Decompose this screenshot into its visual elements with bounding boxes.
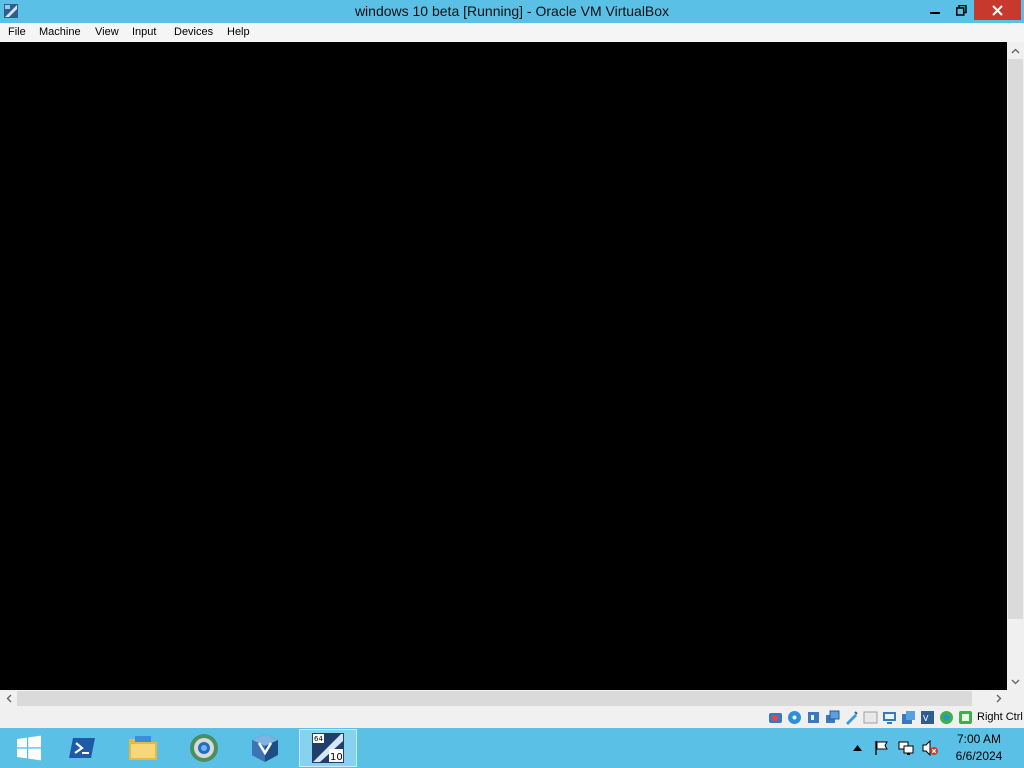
vertical-scrollbar[interactable]: [1007, 42, 1024, 690]
clock-date[interactable]: 6/6/2024: [944, 749, 1014, 763]
usb-icon[interactable]: [844, 710, 859, 725]
scroll-left-button[interactable]: [0, 690, 17, 707]
show-hidden-icons-icon: [852, 745, 862, 751]
restore-button[interactable]: [948, 0, 974, 20]
window-title: windows 10 beta [Running] - Oracle VM Vi…: [354, 3, 670, 19]
virtualization-icon[interactable]: V: [920, 710, 935, 725]
scroll-up-button[interactable]: [1007, 42, 1024, 59]
svg-text:V: V: [923, 714, 929, 723]
close-icon: [992, 4, 1003, 16]
powershell-icon: [69, 738, 95, 758]
optical-drive-icon[interactable]: [787, 710, 802, 725]
menu-input[interactable]: Input: [132, 26, 156, 38]
minimize-icon: [930, 12, 940, 14]
vm-windows10-icon: 64 10: [312, 733, 344, 763]
hard-disk-icon[interactable]: [768, 710, 783, 725]
taskbar: 64 10 7:00 AM 6/6/2024: [0, 728, 1024, 768]
display-icon[interactable]: [882, 710, 897, 725]
virtualbox-icon: [252, 734, 278, 762]
menu-file[interactable]: File: [8, 26, 26, 38]
vm-display[interactable]: [0, 42, 1007, 690]
minimize-button[interactable]: [922, 0, 948, 20]
network-tray-button[interactable]: [898, 740, 914, 756]
taskbar-virtualbox-manager[interactable]: [236, 729, 294, 767]
scroll-corner: [1007, 690, 1024, 707]
horizontal-scroll-thumb[interactable]: [17, 691, 972, 706]
menu-devices[interactable]: Devices: [174, 26, 213, 38]
network-icon: [898, 741, 914, 755]
menu-machine[interactable]: Machine: [39, 26, 81, 38]
show-hidden-icons-button[interactable]: [849, 740, 865, 756]
taskbar-file-explorer[interactable]: [114, 729, 172, 767]
start-button[interactable]: [0, 729, 58, 767]
title-bar[interactable]: windows 10 beta [Running] - Oracle VM Vi…: [0, 0, 1024, 23]
video-capture-icon[interactable]: [901, 710, 916, 725]
folder-icon: [129, 736, 157, 760]
volume-button[interactable]: [922, 740, 938, 756]
audio-icon[interactable]: [806, 710, 821, 725]
browser-icon: [190, 734, 218, 762]
status-bar: V Right Ctrl: [0, 707, 1024, 728]
mouse-integration-icon[interactable]: [939, 710, 954, 725]
chevron-up-icon: [1011, 48, 1020, 53]
scroll-down-button[interactable]: [1007, 673, 1024, 690]
horizontal-scrollbar[interactable]: [0, 690, 1007, 707]
action-center-button[interactable]: [874, 740, 890, 756]
menu-bar: File Machine View Input Devices Help: [0, 23, 1024, 43]
taskbar-vm-window[interactable]: 64 10: [299, 729, 357, 767]
taskbar-browser[interactable]: [175, 729, 233, 767]
vertical-scroll-thumb[interactable]: [1008, 59, 1023, 619]
cpu-icon[interactable]: [958, 710, 973, 725]
shared-folders-icon[interactable]: [863, 710, 878, 725]
host-key-label: Right Ctrl: [977, 711, 1023, 723]
scroll-right-button[interactable]: [990, 690, 1007, 707]
network-icon[interactable]: [825, 710, 840, 725]
menu-help[interactable]: Help: [227, 26, 250, 38]
chevron-right-icon: [996, 694, 1001, 703]
taskbar-powershell[interactable]: [53, 729, 111, 767]
svg-text:64: 64: [314, 735, 323, 743]
restore-icon: [955, 4, 967, 16]
virtualbox-window: windows 10 beta [Running] - Oracle VM Vi…: [0, 0, 1024, 728]
chevron-left-icon: [6, 694, 11, 703]
windows-logo-icon: [17, 735, 41, 761]
volume-muted-icon: [922, 740, 938, 756]
chevron-down-icon: [1011, 679, 1020, 684]
clock-time[interactable]: 7:00 AM: [944, 732, 1014, 746]
svg-text:10: 10: [330, 752, 343, 763]
close-button[interactable]: [974, 0, 1021, 20]
action-center-flag-icon: [875, 741, 888, 755]
menu-view[interactable]: View: [95, 26, 119, 38]
